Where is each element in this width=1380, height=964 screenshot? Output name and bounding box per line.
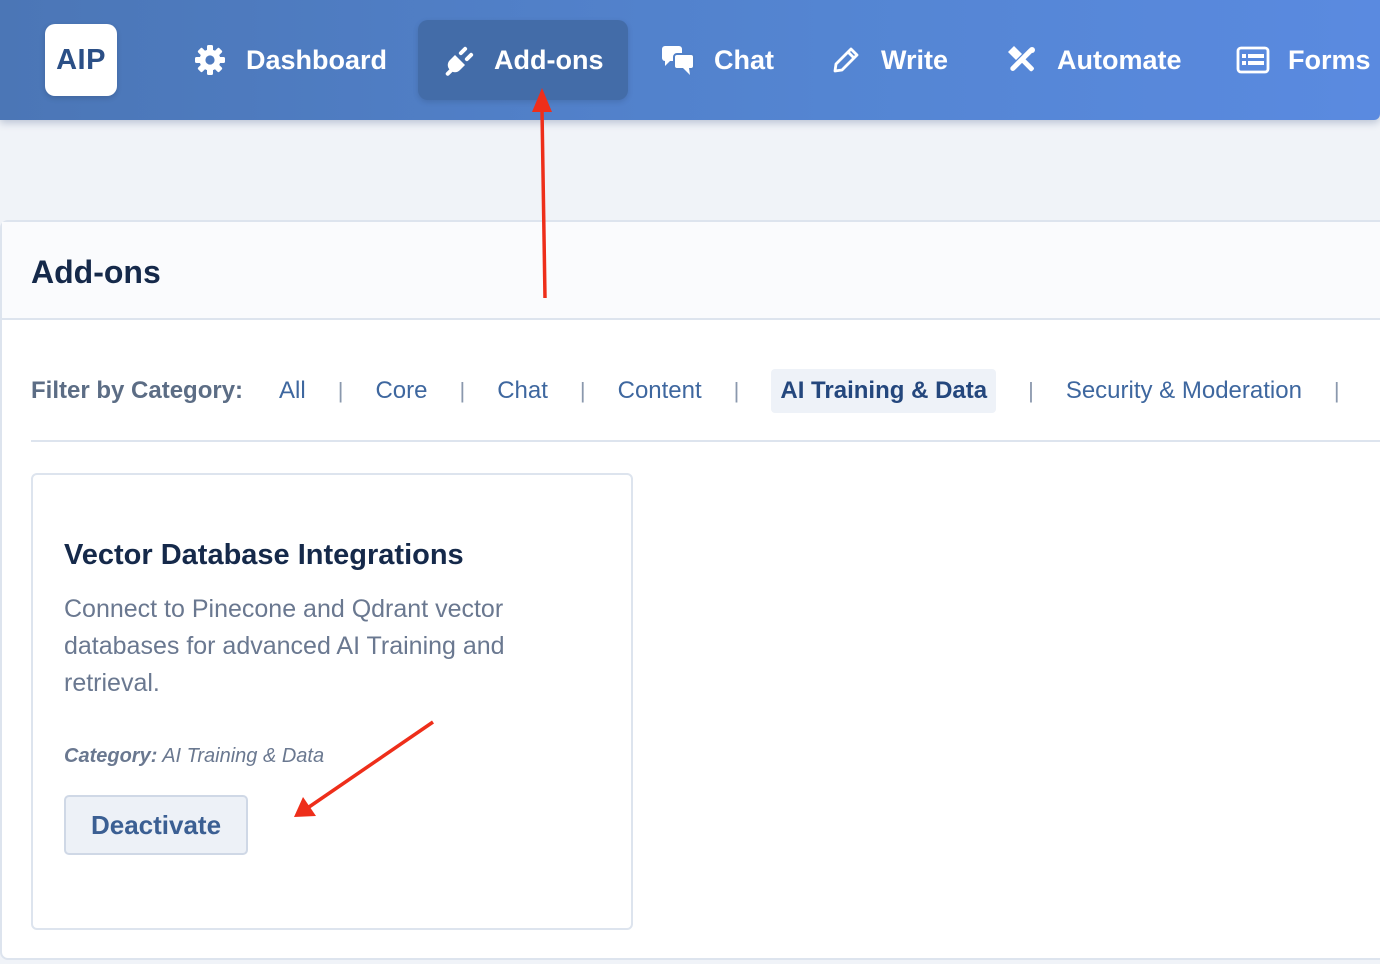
filter-divider xyxy=(31,440,1380,442)
nav-item-addons[interactable]: Add-ons xyxy=(418,20,628,100)
addon-category-value: AI Training & Data xyxy=(162,745,325,767)
top-navigation-bar: AIP Dashboard Add-ons Chat Write Automat… xyxy=(0,0,1380,120)
filter-separator: | xyxy=(1028,378,1034,403)
addons-panel: Add-ons Filter by Category: All | Core |… xyxy=(0,220,1380,960)
nav-label-write: Write xyxy=(881,44,949,75)
nav-label-addons: Add-ons xyxy=(494,44,604,75)
addon-card: Vector Database Integrations Connect to … xyxy=(31,473,633,930)
panel-header: Add-ons xyxy=(2,222,1380,320)
filter-separator: | xyxy=(1333,378,1340,403)
filter-separator: | xyxy=(579,378,586,403)
plug-icon xyxy=(442,42,478,78)
app-root: AIP Dashboard Add-ons Chat Write Automat… xyxy=(0,0,1380,964)
pencil-icon xyxy=(828,42,864,78)
filter-security-moderation[interactable]: Security & Moderation xyxy=(1066,369,1302,413)
page-title: Add-ons xyxy=(31,254,161,290)
nav-label-dashboard: Dashboard xyxy=(246,44,388,75)
gear-icon xyxy=(192,42,228,78)
nav-item-forms[interactable]: Forms xyxy=(1235,20,1371,100)
form-icon xyxy=(1235,42,1271,78)
deactivate-button[interactable]: Deactivate xyxy=(64,795,248,855)
filter-chat[interactable]: Chat xyxy=(497,369,548,413)
nav-item-write[interactable]: Write xyxy=(828,20,948,100)
filter-ai-training-data[interactable]: AI Training & Data xyxy=(771,369,997,413)
app-logo[interactable]: AIP xyxy=(45,24,117,96)
automation-icon xyxy=(1004,42,1040,78)
nav-item-chat[interactable]: Chat xyxy=(660,20,774,100)
addon-category-key: Category: xyxy=(64,745,158,767)
nav-item-automate[interactable]: Automate xyxy=(1004,20,1182,100)
chat-bubbles-icon xyxy=(660,42,696,78)
filter-separator: | xyxy=(459,378,466,403)
filter-separator: | xyxy=(337,378,344,403)
addon-description: Connect to Pinecone and Qdrant vector da… xyxy=(64,595,505,697)
filter-all[interactable]: All xyxy=(279,369,306,413)
filter-label: Filter by Category: xyxy=(31,377,244,404)
nav-label-automate: Automate xyxy=(1057,44,1182,75)
filter-content[interactable]: Content xyxy=(618,369,702,413)
category-filter: Filter by Category: All | Core | Chat | … xyxy=(31,368,1372,414)
filter-core[interactable]: Core xyxy=(375,369,427,413)
filter-separator: | xyxy=(733,378,740,403)
addon-title: Vector Database Integrations xyxy=(64,539,464,571)
addon-category: Category: AI Training & Data xyxy=(64,745,324,768)
nav-item-dashboard[interactable]: Dashboard xyxy=(192,20,387,100)
nav-label-forms: Forms xyxy=(1288,44,1371,75)
nav-label-chat: Chat xyxy=(714,44,774,75)
